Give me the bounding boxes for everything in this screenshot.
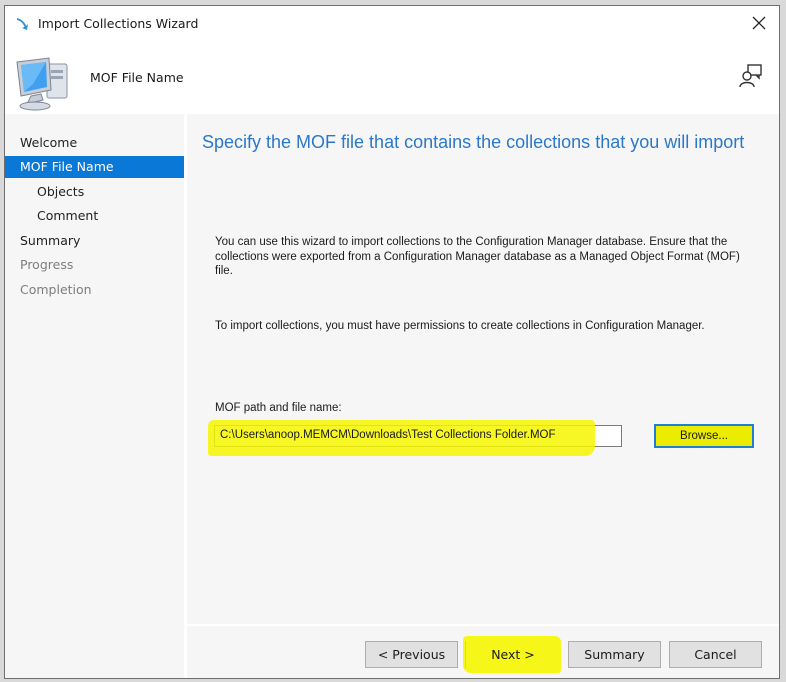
mof-path-value[interactable]: C:\Users\anoop.MEMCM\Downloads\Test Coll… <box>220 429 556 441</box>
content-heading: Specify the MOF file that contains the c… <box>202 132 745 152</box>
wizard-header: MOF File Name <box>5 40 779 114</box>
wizard-arrow-icon <box>17 18 28 30</box>
window-title: Import Collections Wizard <box>38 16 199 31</box>
mof-path-label: MOF path and file name: <box>215 402 342 414</box>
title-bar: Import Collections Wizard <box>5 6 779 40</box>
previous-button[interactable]: < Previous <box>365 641 458 668</box>
footer-separator <box>187 624 779 626</box>
wizard-content: Specify the MOF file that contains the c… <box>187 114 779 678</box>
step-mof-file-name[interactable]: MOF File Name <box>5 156 184 178</box>
cancel-button[interactable]: Cancel <box>669 641 762 668</box>
next-button[interactable]: Next > <box>465 641 560 668</box>
feedback-icon[interactable] <box>737 62 765 90</box>
computer-icon <box>16 57 68 111</box>
step-completion: Completion <box>20 282 92 297</box>
description-text: You can use this wizard to import collec… <box>215 236 740 277</box>
close-icon <box>752 16 766 30</box>
step-comment[interactable]: Comment <box>5 205 184 227</box>
wizard-window: Import Collections Wizard MOF File Name … <box>4 5 780 679</box>
page-title: MOF File Name <box>90 70 184 85</box>
step-welcome[interactable]: Welcome <box>5 132 184 154</box>
step-objects[interactable]: Objects <box>5 181 184 203</box>
wizard-steps-sidebar: Welcome MOF File Name Objects Comment Su… <box>5 114 184 678</box>
summary-button[interactable]: Summary <box>568 641 661 668</box>
step-progress: Progress <box>20 257 74 272</box>
permissions-note: To import collections, you must have per… <box>215 320 705 332</box>
browse-button[interactable]: Browse... <box>654 424 754 448</box>
step-summary[interactable]: Summary <box>5 230 184 252</box>
close-button[interactable] <box>743 9 775 37</box>
